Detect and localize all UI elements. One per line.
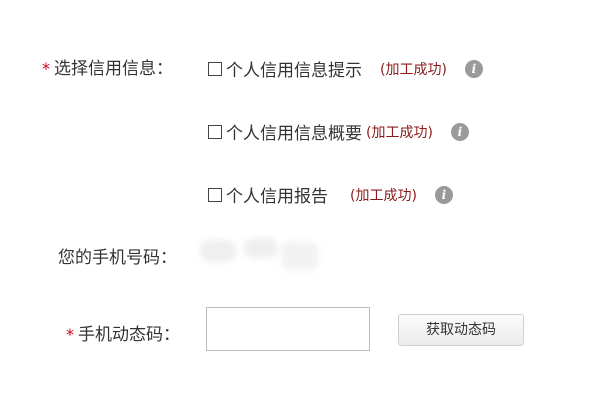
masked-phone-part [200, 240, 236, 262]
get-code-button[interactable]: 获取动态码 [398, 314, 524, 346]
option-credit-info-hint[interactable]: 个人信用信息提示 (加工成功) i [208, 56, 483, 81]
checkbox-credit-report[interactable] [208, 187, 222, 202]
status-text: (加工成功) [350, 187, 417, 204]
select-info-label-text: 选择信用信息： [54, 59, 173, 79]
option-label: 个人信用信息提示 [226, 61, 362, 81]
info-icon[interactable]: i [434, 185, 453, 204]
phone-label: 您的手机号码： [58, 248, 177, 268]
checkbox-credit-info-hint[interactable] [208, 61, 222, 76]
dynamic-code-input[interactable] [206, 307, 370, 351]
status-text: (加工成功) [380, 61, 447, 78]
info-icon[interactable]: i [464, 59, 483, 78]
option-label: 个人信用报告 [226, 187, 328, 207]
masked-phone-part [244, 238, 278, 258]
status-text: (加工成功) [366, 124, 433, 141]
code-label: * 手机动态码： [66, 320, 180, 345]
info-icon[interactable]: i [450, 122, 469, 141]
required-marker: * [42, 59, 50, 78]
code-label-text: 手机动态码： [78, 325, 180, 345]
required-marker: * [66, 325, 74, 344]
select-info-label: * 选择信用信息： [42, 54, 173, 79]
checkbox-credit-info-summary[interactable] [208, 124, 222, 139]
option-credit-report[interactable]: 个人信用报告 (加工成功) i [208, 182, 453, 207]
masked-phone-part [282, 242, 318, 270]
option-credit-info-summary[interactable]: 个人信用信息概要 (加工成功) i [208, 119, 469, 144]
option-label: 个人信用信息概要 [226, 124, 362, 144]
